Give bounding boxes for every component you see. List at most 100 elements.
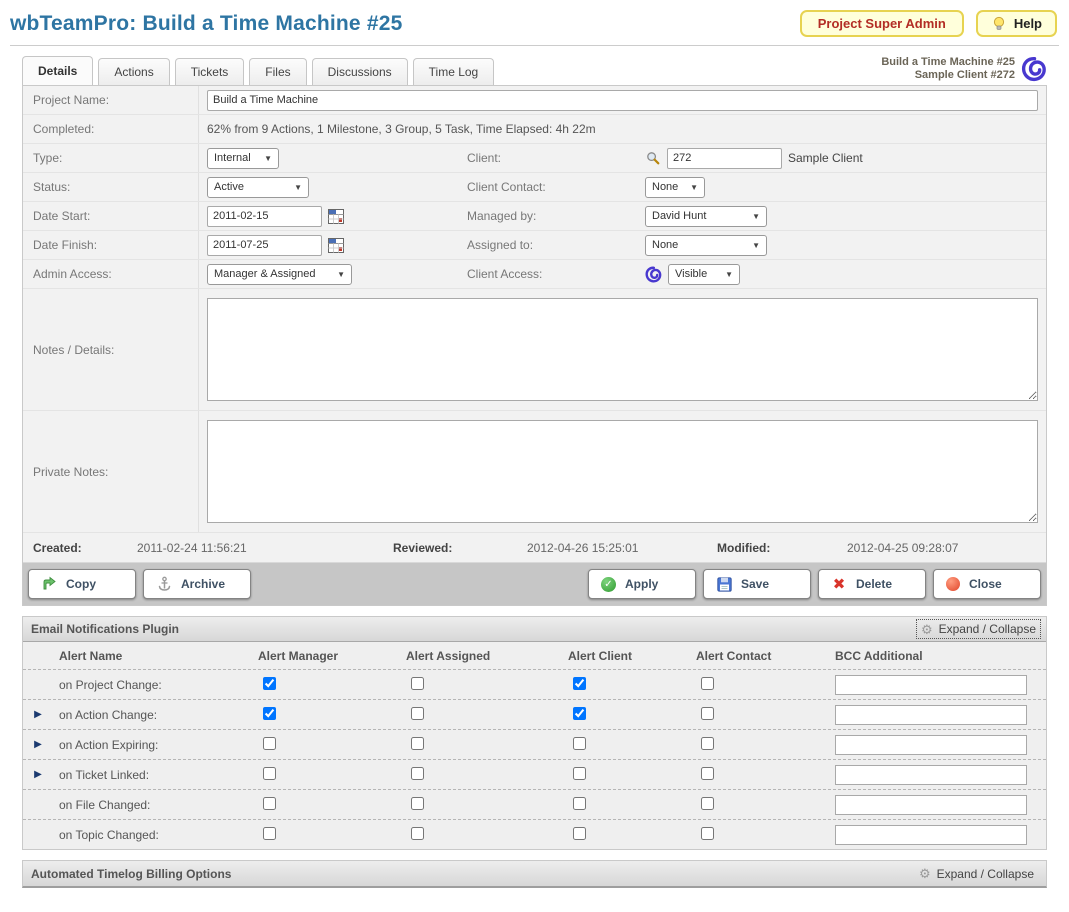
alert-assigned-checkbox[interactable] [411,737,424,750]
tab-time-log[interactable]: Time Log [413,58,495,85]
alert-contact-checkbox[interactable] [701,677,714,690]
alert-manager-checkbox[interactable] [263,767,276,780]
alert-contact-checkbox[interactable] [701,737,714,750]
type-select[interactable]: Internal▼ [207,148,279,169]
tab-details[interactable]: Details [22,56,93,85]
alert-manager-checkbox[interactable] [263,677,276,690]
admin-access-select-value: Manager & Assigned [214,268,316,280]
tab-tickets-label: Tickets [191,65,229,79]
save-button[interactable]: Save [703,569,811,599]
alert-client-checkbox[interactable] [573,767,586,780]
archive-button[interactable]: Archive [143,569,251,599]
page: wbTeamPro:Build a Time Machine #25 Proje… [0,0,1069,888]
tab-actions-label: Actions [114,65,153,79]
date-finish-input[interactable] [207,235,322,256]
alert-manager-checkbox[interactable] [263,737,276,750]
managed-by-select-value: David Hunt [652,210,706,222]
alert-row-label: on Action Expiring: [53,738,249,752]
notes-row: Notes / Details: [23,289,1046,411]
email-expand-collapse-label: Expand / Collapse [939,622,1036,636]
alert-contact-checkbox[interactable] [701,707,714,720]
alert-client-checkbox[interactable] [573,827,586,840]
client-contact-select[interactable]: None▼ [645,177,705,198]
managed-by-select[interactable]: David Hunt▼ [645,206,767,227]
client-access-select-value: Visible [675,268,707,280]
alert-contact-checkbox[interactable] [701,767,714,780]
alert-client-checkbox[interactable] [573,677,586,690]
created-value: 2011-02-24 11:56:21 [137,541,393,555]
tab-files[interactable]: Files [249,58,306,85]
calendar-icon[interactable] [328,208,344,224]
alert-manager-checkbox[interactable] [263,827,276,840]
alert-contact-checkbox[interactable] [701,797,714,810]
alert-contact-checkbox[interactable] [701,827,714,840]
bcc-additional-input[interactable] [835,705,1027,725]
alert-client-checkbox[interactable] [573,797,586,810]
status-select[interactable]: Active▼ [207,177,309,198]
copy-arrow-icon [41,576,57,592]
alert-table-header: Alert Name Alert Manager Alert Assigned … [23,642,1046,669]
private-notes-row: Private Notes: [23,411,1046,533]
bcc-additional-input[interactable] [835,675,1027,695]
assigned-to-select[interactable]: None▼ [645,235,767,256]
tab-details-label: Details [38,64,77,78]
alert-client-checkbox[interactable] [573,707,586,720]
apply-button[interactable]: ✓ Apply [588,569,696,599]
expand-arrow-icon[interactable]: ▶ [23,709,53,720]
email-expand-collapse-button[interactable]: ⚙ Expand / Collapse [917,620,1040,638]
admin-access-select[interactable]: Manager & Assigned▼ [207,264,352,285]
context-project: Build a Time Machine #25 [881,56,1015,69]
expand-arrow-icon[interactable]: ▶ [23,769,53,780]
alert-client-checkbox[interactable] [573,737,586,750]
email-notifications-title: Email Notifications Plugin [31,622,179,636]
timelog-billing-section-header: Automated Timelog Billing Options ⚙ Expa… [22,860,1047,888]
close-button[interactable]: Close [933,569,1041,599]
save-label: Save [741,577,769,591]
modified-value: 2012-04-25 09:28:07 [847,541,1046,555]
bcc-additional-input[interactable] [835,735,1027,755]
alert-row-label: on Ticket Linked: [53,768,249,782]
client-id-input[interactable] [667,148,782,169]
tab-discussions[interactable]: Discussions [312,58,408,85]
tab-actions[interactable]: Actions [98,58,169,85]
bcc-additional-header: BCC Additional [835,649,1046,663]
bcc-additional-input[interactable] [835,795,1027,815]
project-super-admin-button[interactable]: Project Super Admin [800,10,964,37]
client-contact-select-value: None [652,181,678,193]
admin-access-row: Admin Access: Manager & Assigned▼ Client… [23,260,1046,289]
search-icon[interactable] [645,150,661,166]
timelog-expand-collapse-button[interactable]: ⚙ Expand / Collapse [915,865,1038,883]
context-lines: Build a Time Machine #25 Sample Client #… [881,56,1015,82]
alert-row-label: on Project Change: [53,678,249,692]
client-access-logo-icon [645,266,662,283]
alert-assigned-checkbox[interactable] [411,827,424,840]
notes-textarea[interactable] [207,298,1038,401]
type-select-value: Internal [214,152,251,164]
delete-button[interactable]: ✖ Delete [818,569,926,599]
date-start-input[interactable] [207,206,322,227]
meta-row: Created: 2011-02-24 11:56:21 Reviewed: 2… [23,533,1046,563]
tab-tickets[interactable]: Tickets [175,58,245,85]
alert-assigned-checkbox[interactable] [411,677,424,690]
tab-files-label: Files [265,65,290,79]
project-name-input[interactable] [207,90,1038,111]
calendar-icon[interactable] [328,237,344,253]
alert-name-header: Alert Name [53,649,249,663]
alert-manager-checkbox[interactable] [263,797,276,810]
alert-assigned-checkbox[interactable] [411,707,424,720]
date-start-label: Date Start: [23,202,199,230]
expand-arrow-icon[interactable]: ▶ [23,739,53,750]
bcc-additional-input[interactable] [835,825,1027,845]
bcc-additional-input[interactable] [835,765,1027,785]
help-button[interactable]: Help [976,10,1057,37]
alert-assigned-checkbox[interactable] [411,797,424,810]
private-notes-textarea[interactable] [207,420,1038,523]
client-access-select[interactable]: Visible▼ [668,264,740,285]
reviewed-label: Reviewed: [393,541,527,555]
alert-assigned-checkbox[interactable] [411,767,424,780]
check-circle-icon: ✓ [601,577,616,592]
anchor-icon [156,576,172,592]
alert-client-header: Alert Client [559,649,687,663]
copy-button[interactable]: Copy [28,569,136,599]
alert-manager-checkbox[interactable] [263,707,276,720]
